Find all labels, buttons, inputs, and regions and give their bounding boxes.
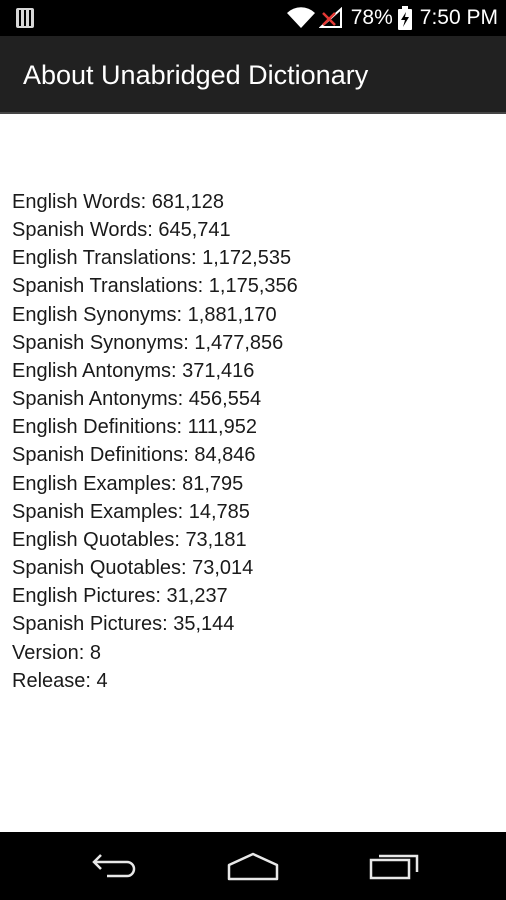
stat-line: Spanish Translations: 1,175,356 [12,275,298,298]
stat-line: English Examples: 81,795 [12,472,244,495]
stat-line: English Definitions: 111,952 [12,416,257,439]
stat-line: Spanish Pictures: 35,144 [12,613,235,636]
wifi-icon [286,7,315,29]
about-content: English Words: 681,128 Spanish Words: 64… [0,114,506,832]
recent-apps-icon [369,854,419,880]
stats-list: English Words: 681,128 Spanish Words: 64… [12,188,298,695]
home-icon [227,852,279,881]
signal-no-service-icon [318,7,342,28]
stat-line: English Words: 681,128 [12,191,224,213]
stat-line: English Antonyms: 371,416 [12,359,255,382]
battery-charging-icon [397,6,412,30]
stat-line: Spanish Quotables: 73,014 [12,557,254,580]
status-bar: 78% 7:50 PM [0,0,506,36]
notification-icon [16,8,34,28]
stat-line: Spanish Antonyms: 456,554 [12,388,262,411]
navigation-bar [0,832,506,900]
release-line: Release: 4 [12,669,108,692]
stat-line: English Translations: 1,172,535 [12,247,292,270]
recent-apps-button[interactable] [364,848,424,884]
stat-line: Spanish Examples: 14,785 [12,500,250,523]
back-icon [92,854,136,878]
page-title: About Unabridged Dictionary [23,60,369,90]
stat-line: Spanish Words: 645,741 [12,219,231,242]
home-button[interactable] [223,848,283,884]
stat-line: English Pictures: 31,237 [12,585,228,608]
clock: 7:50 PM [419,6,498,29]
stat-line: Spanish Definitions: 84,846 [12,444,256,467]
version-line: Version: 8 [12,641,101,664]
stat-line: English Quotables: 73,181 [12,528,247,551]
stat-line: Spanish Synonyms: 1,477,856 [12,331,284,354]
stat-line: English Synonyms: 1,881,170 [12,303,277,326]
battery-percent: 78% [350,6,393,29]
action-bar: About Unabridged Dictionary [0,36,506,114]
back-button[interactable] [84,848,144,884]
